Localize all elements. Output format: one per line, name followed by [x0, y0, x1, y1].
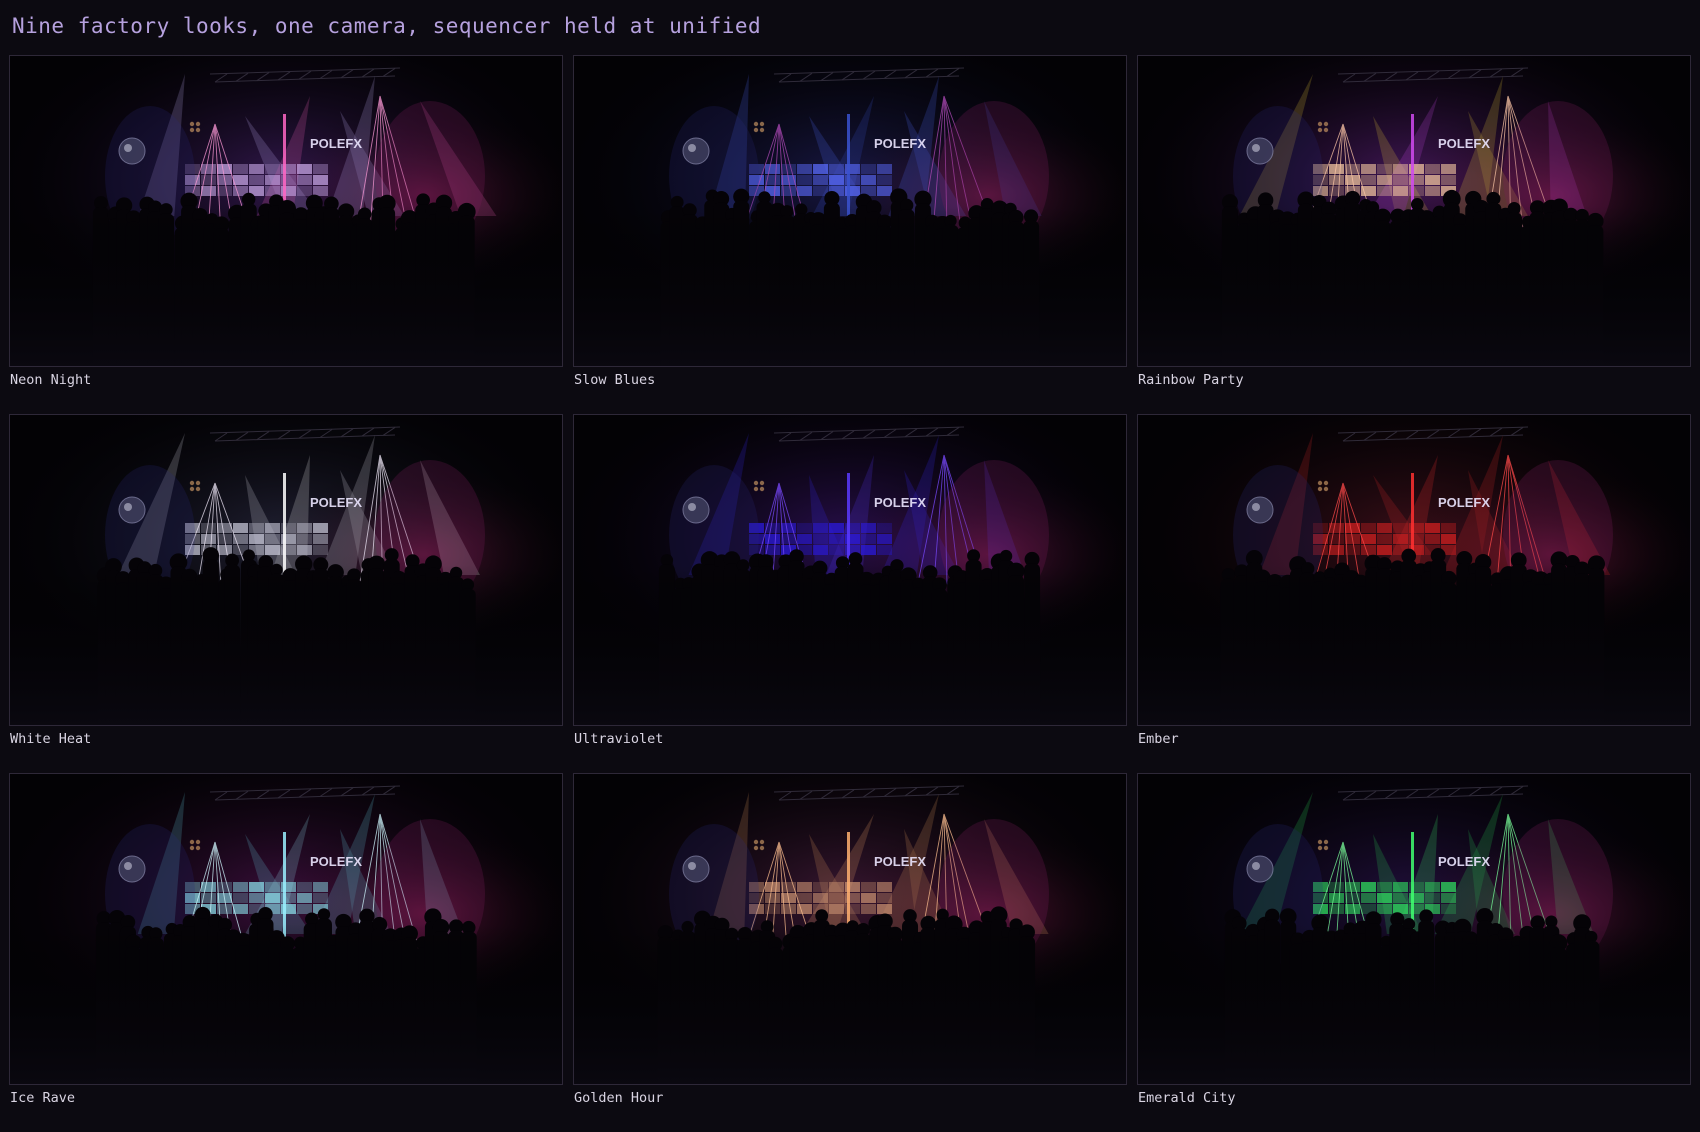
stage-scene: POLEFX	[10, 56, 562, 366]
look-name: Rainbow Party	[1138, 372, 1244, 388]
look-thumbnail[interactable]: POLEFX	[1137, 55, 1691, 367]
look-thumbnail[interactable]: POLEFX	[9, 414, 563, 726]
look-card[interactable]: POLEFX Rainbow Party	[1137, 55, 1691, 414]
stage-scene: POLEFX	[1138, 56, 1690, 366]
stage-scene: POLEFX	[10, 415, 562, 725]
floor-fade	[574, 206, 1126, 366]
floor-fade	[574, 924, 1126, 1084]
look-name: Golden Hour	[574, 1090, 664, 1106]
floor-fade	[574, 565, 1126, 725]
floor-fade	[10, 565, 562, 725]
floor-fade	[10, 206, 562, 366]
stage-scene: POLEFX	[574, 415, 1126, 725]
stage-scene: POLEFX	[10, 774, 562, 1084]
polefx-logo: POLEFX	[874, 854, 926, 869]
led-panel-wall	[1313, 882, 1456, 914]
floor-fade	[1138, 924, 1690, 1084]
polefx-logo: POLEFX	[310, 495, 362, 510]
look-card[interactable]: POLEFX Ultraviolet	[573, 414, 1127, 773]
stage-scene: POLEFX	[574, 774, 1126, 1084]
polefx-logo: POLEFX	[1438, 854, 1490, 869]
look-card[interactable]: POLEFX Ember	[1137, 414, 1691, 773]
look-name: Ice Rave	[10, 1090, 76, 1106]
look-thumbnail[interactable]: POLEFX	[573, 55, 1127, 367]
look-thumbnail[interactable]: POLEFX	[1137, 773, 1691, 1085]
stage-scene: POLEFX	[574, 56, 1126, 366]
look-thumbnail[interactable]: POLEFX	[9, 773, 563, 1085]
stage-scene: POLEFX	[1138, 774, 1690, 1084]
polefx-logo: POLEFX	[1438, 495, 1490, 510]
led-panel-wall	[749, 164, 892, 196]
look-name: White Heat	[10, 731, 92, 747]
look-thumbnail[interactable]: POLEFX	[573, 773, 1127, 1085]
polefx-logo: POLEFX	[310, 136, 362, 151]
look-name: Slow Blues	[574, 372, 656, 388]
look-card[interactable]: POLEFX Ice Rave	[9, 773, 563, 1132]
polefx-logo: POLEFX	[310, 854, 362, 869]
look-card[interactable]: POLEFX Emerald City	[1137, 773, 1691, 1132]
floor-fade	[1138, 565, 1690, 725]
floor-fade	[1138, 206, 1690, 366]
look-name: Ember	[1138, 731, 1179, 747]
look-card[interactable]: POLEFX Slow Blues	[573, 55, 1127, 414]
look-thumbnail[interactable]: POLEFX	[9, 55, 563, 367]
look-name: Emerald City	[1138, 1090, 1236, 1106]
look-card[interactable]: POLEFX Golden Hour	[573, 773, 1127, 1132]
page: Nine factory looks, one camera, sequence…	[0, 0, 1700, 1132]
look-thumbnail[interactable]: POLEFX	[573, 414, 1127, 726]
look-card[interactable]: POLEFX Neon Night	[9, 55, 563, 414]
looks-grid: POLEFX Neon Night POLEFX Slow Blues POLE…	[9, 55, 1691, 1132]
look-thumbnail[interactable]: POLEFX	[1137, 414, 1691, 726]
stage-scene: POLEFX	[1138, 415, 1690, 725]
look-card[interactable]: POLEFX White Heat	[9, 414, 563, 773]
look-name: Ultraviolet	[574, 731, 664, 747]
floor-fade	[10, 924, 562, 1084]
polefx-logo: POLEFX	[874, 495, 926, 510]
polefx-logo: POLEFX	[874, 136, 926, 151]
polefx-logo: POLEFX	[1438, 136, 1490, 151]
page-title: Nine factory looks, one camera, sequence…	[12, 14, 762, 38]
look-name: Neon Night	[10, 372, 92, 388]
